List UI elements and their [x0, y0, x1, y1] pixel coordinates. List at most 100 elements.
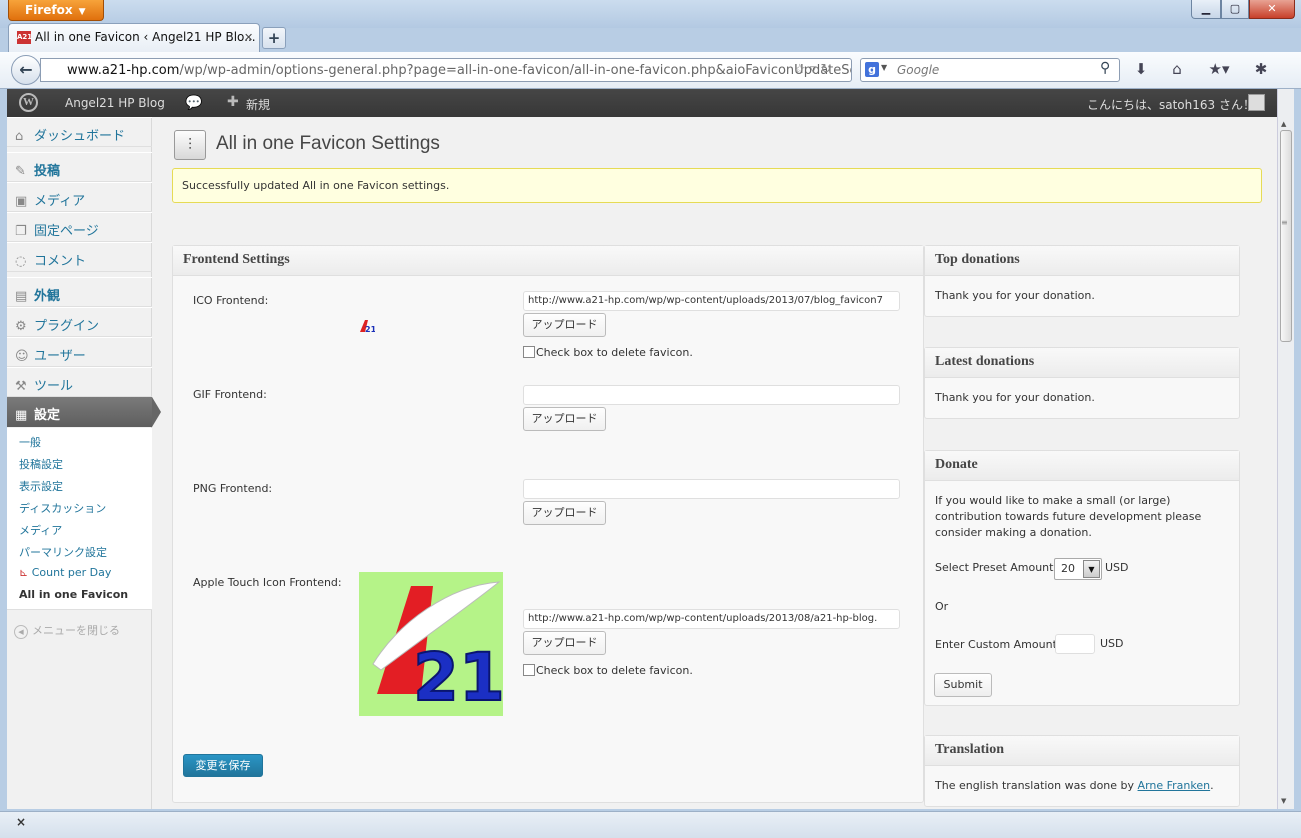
collapse-label: メニューを閉じる — [32, 624, 120, 637]
submenu-discussion[interactable]: ディスカッション — [19, 500, 106, 516]
png-frontend-input[interactable] — [523, 479, 900, 499]
png-frontend-label: PNG Frontend: — [193, 482, 273, 495]
apple-touch-upload-button[interactable]: アップロード — [523, 631, 606, 655]
home-icon[interactable]: ⌂ — [1166, 60, 1188, 78]
save-changes-button[interactable]: 変更を保存 — [183, 754, 263, 777]
gif-upload-button[interactable]: アップロード — [523, 407, 606, 431]
checkbox-label: Check box to delete favicon. — [536, 664, 693, 677]
panel-heading: Top donations — [925, 246, 1239, 276]
comments-bubble-icon[interactable]: 💬 — [185, 95, 202, 111]
plus-icon[interactable]: ✚ — [227, 94, 239, 110]
media-icon: ▣ — [15, 194, 28, 209]
close-window-button[interactable]: ✕ — [1249, 0, 1295, 19]
sidebar-item-label: メディア — [34, 194, 86, 209]
bookmark-star-icon[interactable]: ☆ ▿ ↻ — [794, 62, 831, 77]
submenu-permalinks[interactable]: パーマリンク設定 — [19, 544, 107, 560]
wordpress-logo-icon[interactable]: W — [19, 93, 38, 112]
success-notice: Successfully updated All in one Favicon … — [172, 168, 1262, 203]
download-icon[interactable]: ⬇ — [1130, 60, 1152, 78]
search-input[interactable]: Google — [860, 58, 1120, 82]
submenu-general[interactable]: 一般 — [19, 434, 41, 450]
new-content-link[interactable]: 新規 — [246, 96, 270, 113]
scroll-up-icon[interactable]: ▲ — [1281, 120, 1286, 128]
page-title: All in one Favicon Settings — [216, 133, 440, 154]
ico-frontend-input[interactable]: http://www.a21-hp.com/wp/wp-content/uplo… — [523, 291, 900, 311]
status-bar — [0, 811, 1301, 838]
search-icon[interactable]: ⚲ — [1100, 60, 1110, 76]
png-upload-button[interactable]: アップロード — [523, 501, 606, 525]
ico-delete-row: Check box to delete favicon. — [523, 346, 693, 359]
sidebar-item-appearance[interactable]: ▤ 外観 — [7, 277, 152, 307]
gif-frontend-input[interactable] — [523, 385, 900, 405]
apple-touch-delete-checkbox[interactable] — [523, 664, 535, 676]
ico-favicon-preview: 21 — [360, 320, 375, 333]
favicon-icon: A21 — [17, 31, 32, 44]
panel-heading: Frontend Settings — [173, 246, 923, 276]
translation-prefix: The english translation was done by — [935, 779, 1138, 792]
tab-close-icon[interactable]: ✕ — [244, 31, 253, 44]
sidebar-item-label: コメント — [34, 254, 87, 269]
sidebar-item-label: 固定ページ — [34, 224, 99, 239]
collapse-menu-button[interactable]: ◀ メニューを閉じる — [14, 622, 120, 639]
google-search-engine-icon[interactable]: g — [865, 62, 879, 77]
submenu-count-per-day[interactable]: ⊾ Count per Day — [19, 566, 111, 579]
addon-icon[interactable]: ✱ — [1250, 60, 1272, 78]
ico-frontend-label: ICO Frontend: — [193, 294, 269, 307]
howdy-user-link[interactable]: こんにちは、satoh163 さん！ — [1087, 96, 1255, 113]
back-button[interactable]: ← — [11, 55, 41, 85]
sidebar-item-comments[interactable]: ◌ コメント — [7, 242, 152, 272]
donate-text: If you would like to make a small (or la… — [935, 494, 1202, 539]
submenu-all-in-one-favicon[interactable]: All in one Favicon — [19, 588, 128, 601]
url-bar[interactable]: www.a21-hp.com/wp/wp-admin/options-gener… — [40, 58, 852, 82]
chevron-down-icon[interactable]: ▼ — [1083, 560, 1100, 578]
url-path: /wp/wp-admin/options-general.php?page=al… — [179, 63, 852, 78]
translator-link[interactable]: Arne Franken — [1138, 779, 1211, 792]
avatar[interactable] — [1248, 94, 1265, 111]
sidebar-item-posts[interactable]: ✎ 投稿 — [7, 152, 152, 182]
firefox-menu-button[interactable]: Firefox ▼ — [8, 0, 104, 21]
addon-bar-close-icon[interactable]: × — [16, 815, 26, 829]
sidebar-item-plugins[interactable]: ⚙ プラグイン — [7, 307, 152, 337]
sidebar-item-pages[interactable]: ❐ 固定ページ — [7, 212, 152, 242]
collapse-arrow-icon: ◀ — [14, 625, 28, 639]
bookmarks-icon[interactable]: ★▾ — [1204, 60, 1234, 78]
search-engine-dropdown-icon[interactable]: ▼ — [881, 63, 887, 72]
plugin-icon: ⚙ — [15, 319, 27, 334]
comment-icon: ◌ — [15, 254, 27, 269]
sidebar-item-users[interactable]: ☺ ユーザー — [7, 337, 152, 367]
search-placeholder: Google — [897, 63, 940, 77]
submenu-writing[interactable]: 投稿設定 — [19, 456, 63, 472]
appearance-icon: ▤ — [15, 289, 28, 304]
custom-amount-input[interactable] — [1055, 634, 1095, 654]
checkbox-label: Check box to delete favicon. — [536, 346, 693, 359]
scroll-down-icon[interactable]: ▼ — [1281, 797, 1286, 805]
browser-tab[interactable]: A21 All in one Favicon ‹ Angel21 HP Blo..… — [8, 23, 260, 52]
sidebar-item-settings[interactable]: ▦ 設定 — [7, 397, 152, 427]
translation-suffix: . — [1210, 779, 1214, 792]
svg-text:21: 21 — [365, 325, 375, 333]
submenu-reading[interactable]: 表示設定 — [19, 478, 63, 494]
new-tab-button[interactable]: + — [262, 27, 286, 49]
sidebar-item-tools[interactable]: ⚒ ツール — [7, 367, 152, 397]
firefox-button-label: Firefox — [25, 3, 73, 17]
chevron-down-icon: ▼ — [78, 7, 86, 17]
apple-touch-frontend-input[interactable]: http://www.a21-hp.com/wp/wp-content/uplo… — [523, 609, 900, 629]
scrollbar-thumb[interactable] — [1280, 130, 1292, 342]
top-donations-text: Thank you for your donation. — [935, 289, 1095, 302]
sidebar-item-label: プラグイン — [34, 319, 100, 334]
sidebar-item-media[interactable]: ▣ メディア — [7, 182, 152, 212]
site-name-link[interactable]: Angel21 HP Blog — [65, 96, 165, 110]
url-host: www.a21-hp.com — [67, 63, 180, 78]
ico-delete-checkbox[interactable] — [523, 346, 535, 358]
submenu-media[interactable]: メディア — [19, 522, 62, 538]
custom-amount-label: Enter Custom Amount: — [935, 638, 1061, 651]
minimize-button[interactable]: ▁ — [1191, 0, 1221, 19]
preset-amount-label: Select Preset Amount: — [935, 561, 1058, 574]
maximize-button[interactable]: ▢ — [1221, 0, 1249, 19]
apple-touch-delete-row: Check box to delete favicon. — [523, 664, 693, 677]
sidebar-item-dashboard[interactable]: ⌂ ダッシュボード — [7, 117, 152, 147]
donate-submit-button[interactable]: Submit — [934, 673, 992, 697]
ico-upload-button[interactable]: アップロード — [523, 313, 606, 337]
apple-touch-frontend-label: Apple Touch Icon Frontend: — [193, 576, 342, 589]
settings-page-icon: ⫶ — [174, 130, 206, 160]
